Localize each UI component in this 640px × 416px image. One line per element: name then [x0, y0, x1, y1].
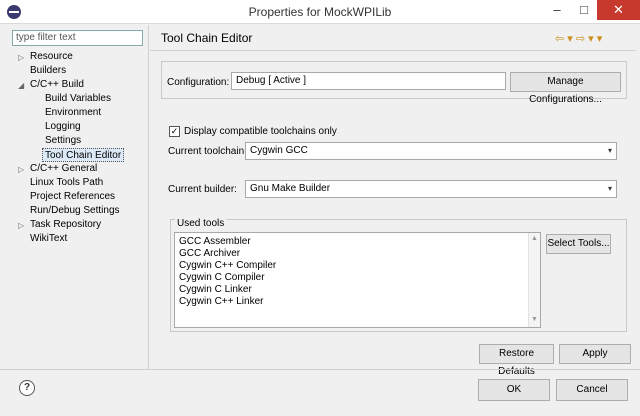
- scroll-up-icon[interactable]: ▲: [531, 235, 538, 242]
- select-tools-button[interactable]: Select Tools...: [546, 234, 611, 254]
- expand-icon[interactable]: ▷: [18, 165, 24, 174]
- filter-input[interactable]: type filter text: [12, 30, 143, 46]
- title-divider: [150, 50, 636, 51]
- minimize-button[interactable]: –: [543, 0, 571, 20]
- sidebar-item-task-repository[interactable]: Task Repository: [30, 218, 101, 232]
- apply-button[interactable]: Apply: [559, 344, 631, 364]
- page-title: Tool Chain Editor: [161, 31, 253, 45]
- sidebar-item-wikitext[interactable]: WikiText: [30, 232, 67, 246]
- footer-divider: [0, 369, 640, 370]
- list-scrollbar[interactable]: ▲ ▼: [528, 233, 540, 327]
- list-item[interactable]: Cygwin C++ Linker: [179, 296, 263, 307]
- sidebar-item-build-variables[interactable]: Build Variables: [45, 92, 111, 106]
- sidebar-item-builders[interactable]: Builders: [30, 64, 66, 78]
- sidebar-item-project-references[interactable]: Project References: [30, 190, 115, 204]
- compatible-toolchains-checkbox[interactable]: ✓: [169, 126, 180, 137]
- builder-select[interactable]: Gnu Make Builder ▾: [245, 180, 617, 198]
- close-button[interactable]: ✕: [597, 0, 640, 20]
- chevron-down-icon: ▾: [607, 184, 612, 193]
- sidebar-item-run-debug-settings[interactable]: Run/Debug Settings: [30, 204, 120, 218]
- configuration-value: Debug [ Active ]: [236, 75, 307, 86]
- sidebar-item-linux-tools-path[interactable]: Linux Tools Path: [30, 176, 103, 190]
- list-item[interactable]: Cygwin C Linker: [179, 284, 252, 295]
- compatible-toolchains-label: Display compatible toolchains only: [184, 126, 337, 137]
- toolchain-value: Cygwin GCC: [250, 145, 308, 156]
- list-item[interactable]: GCC Archiver: [179, 248, 240, 259]
- scroll-down-icon[interactable]: ▼: [531, 316, 538, 323]
- sidebar-item-tool-chain-editor[interactable]: Tool Chain Editor: [42, 148, 125, 162]
- sidebar-item-logging[interactable]: Logging: [45, 120, 81, 134]
- used-tools-label: Used tools: [175, 218, 227, 229]
- sidebar-item-cpp-build[interactable]: C/C++ Build: [30, 78, 84, 92]
- list-item[interactable]: Cygwin C Compiler: [179, 272, 265, 283]
- cancel-button[interactable]: Cancel: [556, 379, 628, 401]
- sash[interactable]: [148, 25, 149, 370]
- used-tools-list[interactable]: GCC Assembler GCC Archiver Cygwin C++ Co…: [174, 232, 541, 328]
- expand-icon[interactable]: ▷: [18, 221, 24, 230]
- history-nav-icons[interactable]: ⇦ ▾ ⇨ ▾ ▾: [555, 32, 602, 45]
- toolchain-select[interactable]: Cygwin GCC ▾: [245, 142, 617, 160]
- help-icon[interactable]: ?: [19, 380, 35, 396]
- chevron-down-icon: ▾: [607, 146, 612, 155]
- manage-configurations-button[interactable]: Manage Configurations...: [510, 72, 621, 105]
- expand-icon[interactable]: ▷: [18, 53, 24, 62]
- list-item[interactable]: Cygwin C++ Compiler: [179, 260, 276, 271]
- restore-defaults-button[interactable]: Restore Defaults: [479, 344, 554, 377]
- ok-button[interactable]: OK: [478, 379, 550, 401]
- sidebar-item-settings[interactable]: Settings: [45, 134, 81, 148]
- maximize-button[interactable]: □: [571, 0, 597, 20]
- toolchain-label: Current toolchain:: [168, 146, 247, 157]
- builder-value: Gnu Make Builder: [250, 183, 331, 194]
- sidebar-item-resource[interactable]: Resource: [30, 50, 73, 64]
- list-item[interactable]: GCC Assembler: [179, 236, 251, 247]
- configuration-label: Configuration:: [167, 77, 230, 88]
- collapse-icon[interactable]: ◢: [18, 81, 24, 90]
- builder-label: Current builder:: [168, 184, 237, 195]
- configuration-select[interactable]: Debug [ Active ]: [231, 72, 506, 90]
- sidebar-item-environment[interactable]: Environment: [45, 106, 101, 120]
- sidebar-item-cpp-general[interactable]: C/C++ General: [30, 162, 97, 176]
- title-bar: Properties for MockWPILib – □ ✕: [0, 0, 640, 24]
